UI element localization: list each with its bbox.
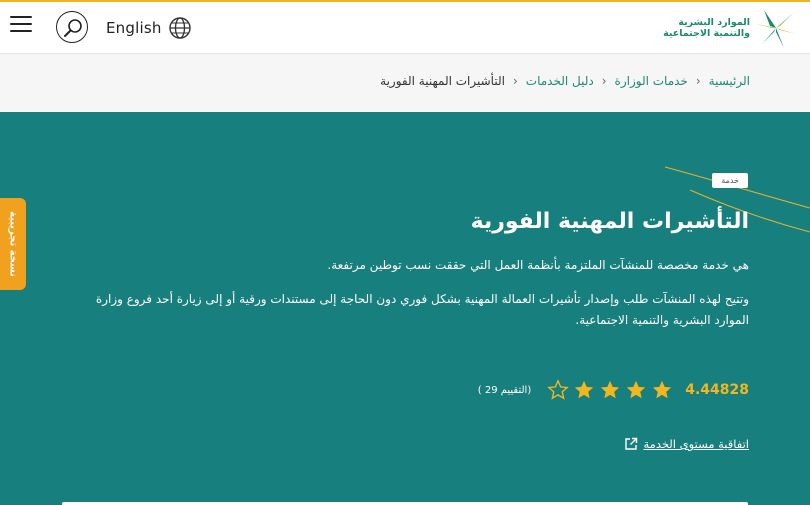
service-level-agreement-link[interactable]: اتفاقية مستوى الخدمة [624, 437, 749, 451]
breadcrumb-services-guide-link[interactable]: دليل الخدمات [526, 74, 594, 88]
hamburger-menu-icon[interactable] [10, 16, 32, 34]
star-filled-icon[interactable] [573, 379, 595, 401]
search-icon [64, 19, 82, 37]
beta-version-tab[interactable]: نسخة تجريبية [0, 198, 26, 290]
logo-text: الموارد البشرية والتنمية الاجتماعية [663, 17, 750, 39]
service-hero: خدمة التأشيرات المهنية الفورية هي خدمة م… [0, 112, 810, 505]
language-label: English [106, 19, 162, 37]
beta-label: نسخة تجريبية [7, 211, 19, 277]
chevron-left-icon: ‹ [695, 74, 701, 88]
service-description: هي خدمة مخصصة للمنشآت الملتزمة بأنظمة ال… [327, 258, 749, 272]
star-empty-icon[interactable] [547, 379, 570, 401]
breadcrumb-current: التأشيرات المهنية الفورية [380, 74, 505, 88]
rating-stars [547, 379, 673, 401]
breadcrumb-bar: الرئيسية ‹ خدمات الوزارة ‹ دليل الخدمات … [0, 54, 810, 112]
breadcrumb: الرئيسية ‹ خدمات الوزارة ‹ دليل الخدمات … [380, 74, 750, 88]
star-filled-icon[interactable] [599, 379, 621, 401]
globe-icon [168, 17, 191, 39]
page-title: التأشيرات المهنية الفورية [470, 209, 749, 234]
service-rating: 4.44828 (التقييم 29 ) [478, 379, 749, 401]
search-button[interactable] [56, 11, 88, 43]
breadcrumb-ministry-services-link[interactable]: خدمات الوزارة [615, 74, 688, 88]
service-tag: خدمة [712, 173, 748, 188]
chevron-left-icon: ‹ [512, 74, 518, 88]
breadcrumb-home-link[interactable]: الرئيسية [709, 74, 750, 88]
rating-count: (التقييم 29 ) [477, 384, 532, 396]
site-header: English الموارد البشرية والتنمية الاجتما… [0, 2, 810, 54]
language-switch-button[interactable]: English [106, 16, 192, 40]
star-filled-icon[interactable] [625, 379, 647, 401]
service-details: وتتيح لهذه المنشآت طلب وإصدار تأشيرات ال… [95, 292, 749, 327]
rating-value: 4.44828 [685, 382, 749, 398]
logo-emblem-icon [756, 10, 796, 48]
ministry-logo[interactable]: الموارد البشرية والتنمية الاجتماعية [663, 6, 798, 50]
external-link-icon [624, 437, 637, 450]
star-filled-icon[interactable] [651, 379, 673, 401]
chevron-left-icon: ‹ [601, 74, 607, 88]
sla-link-text: اتفاقية مستوى الخدمة [643, 437, 749, 451]
